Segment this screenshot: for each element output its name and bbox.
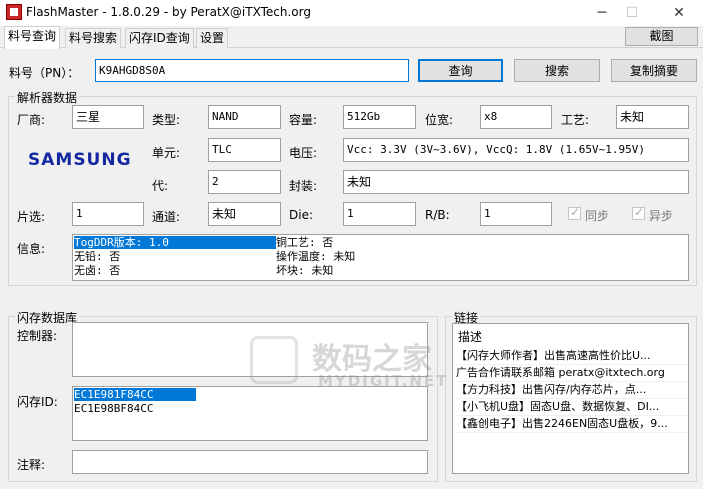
title-bar: FlashMaster - 1.8.0.29 - by PeratX@iTXTe… bbox=[0, 0, 703, 26]
link-row[interactable]: 【方力科技】出售闪存/内存芯片，点... bbox=[456, 382, 688, 399]
tab-part-query[interactable]: 料号查询 bbox=[4, 26, 61, 49]
vendor-logo: SAMSUNG bbox=[28, 150, 132, 170]
tab-flash-id-query[interactable]: 闪存ID查询 bbox=[125, 28, 194, 48]
app-icon bbox=[6, 4, 22, 20]
info-cell: 无铅: 否 bbox=[74, 250, 121, 263]
width-field[interactable]: x8 bbox=[480, 105, 552, 129]
screenshot-button[interactable]: 截图 bbox=[625, 27, 698, 46]
rb-field[interactable]: 1 bbox=[480, 202, 552, 226]
watermark-logo-icon bbox=[250, 336, 298, 384]
channel-label: 通道: bbox=[152, 210, 181, 224]
parser-data-title: 解析器数据 bbox=[15, 89, 80, 106]
process-label: 工艺: bbox=[561, 113, 590, 127]
part-number-input[interactable]: K9AHGD8S0A bbox=[95, 59, 409, 82]
info-cell: 无卤: 否 bbox=[74, 264, 121, 277]
comment-field[interactable] bbox=[72, 450, 428, 474]
package-field[interactable]: 未知 bbox=[343, 170, 689, 194]
cell-field[interactable]: TLC bbox=[208, 138, 281, 162]
width-label: 位宽: bbox=[425, 113, 454, 127]
rb-label: R/B: bbox=[425, 208, 450, 222]
tab-settings[interactable]: 设置 bbox=[196, 28, 229, 48]
vendor-field[interactable]: 三星 bbox=[72, 105, 144, 129]
part-number-label: 料号（PN）： bbox=[9, 66, 80, 80]
package-label: 封装: bbox=[289, 179, 318, 193]
voltage-field[interactable]: Vcc: 3.3V (3V~3.6V), VccQ: 1.8V (1.65V~1… bbox=[343, 138, 689, 162]
link-row[interactable]: 【小飞机U盘】固态U盘、数据恢复、DI... bbox=[456, 399, 688, 416]
ce-field[interactable]: 1 bbox=[72, 202, 144, 226]
async-label: 异步 bbox=[649, 209, 674, 223]
link-row[interactable]: 广告合作请联系邮箱 peratx@itxtech.org bbox=[456, 365, 688, 382]
generation-label: 代: bbox=[152, 179, 169, 193]
die-label: Die: bbox=[289, 208, 313, 222]
process-field[interactable]: 未知 bbox=[616, 105, 689, 129]
voltage-label: 电压: bbox=[289, 146, 318, 160]
capacity-label: 容量: bbox=[289, 113, 318, 127]
info-cell: 铜工艺: 否 bbox=[276, 236, 334, 249]
capacity-field[interactable]: 512Gb bbox=[343, 105, 416, 129]
sync-label: 同步 bbox=[585, 209, 610, 223]
comment-label: 注释: bbox=[17, 458, 46, 472]
flash-id-item[interactable]: EC1E981F84CC bbox=[74, 388, 196, 401]
cell-label: 单元: bbox=[152, 146, 181, 160]
info-label: 信息: bbox=[17, 242, 46, 256]
tab-strip: 料号查询 料号搜索 闪存ID查询 设置 截图 bbox=[0, 26, 703, 49]
flash-db-title: 闪存数据库 bbox=[15, 309, 80, 326]
info-cell: 坏块: 未知 bbox=[276, 264, 334, 277]
window-title: FlashMaster - 1.8.0.29 - by PeratX@iTXTe… bbox=[26, 5, 311, 19]
controller-label: 控制器: bbox=[17, 329, 58, 343]
type-field[interactable]: NAND bbox=[208, 105, 281, 129]
link-row[interactable]: 【鑫创电子】出售2246EN固态U盘板，9... bbox=[456, 416, 688, 433]
copy-summary-button[interactable]: 复制摘要 bbox=[611, 59, 697, 82]
generation-field[interactable]: 2 bbox=[208, 170, 281, 194]
channel-field[interactable]: 未知 bbox=[208, 202, 281, 226]
info-cell: TogDDR版本: 1.0 bbox=[74, 236, 276, 249]
links-list[interactable]: 描述 【闪存大师作者】出售高速高性价比U... 广告合作请联系邮箱 peratx… bbox=[452, 323, 689, 474]
flash-id-list[interactable]: EC1E981F84CC EC1E98BF84CC bbox=[72, 386, 428, 441]
tab-part-search[interactable]: 料号搜索 bbox=[65, 28, 122, 48]
links-header-desc: 描述 bbox=[458, 330, 483, 344]
die-field[interactable]: 1 bbox=[343, 202, 416, 226]
async-checkbox[interactable] bbox=[632, 205, 645, 220]
query-button[interactable]: 查询 bbox=[418, 59, 503, 82]
flash-id-item[interactable]: EC1E98BF84CC bbox=[74, 402, 196, 415]
maximize-button[interactable]: ☐ bbox=[612, 0, 652, 26]
link-row[interactable]: 【闪存大师作者】出售高速高性价比U... bbox=[456, 348, 688, 365]
watermark-subtext: MYDIGIT.NET bbox=[318, 372, 449, 390]
flash-id-label: 闪存ID: bbox=[17, 395, 58, 409]
ce-label: 片选: bbox=[17, 210, 46, 224]
vendor-label: 厂商: bbox=[17, 113, 46, 127]
info-cell: 操作温度: 未知 bbox=[276, 250, 356, 263]
type-label: 类型: bbox=[152, 113, 181, 127]
search-button[interactable]: 搜索 bbox=[514, 59, 600, 82]
info-box[interactable]: TogDDR版本: 1.0 铜工艺: 否 无铅: 否 操作温度: 未知 无卤: … bbox=[72, 234, 689, 281]
sync-checkbox[interactable] bbox=[568, 205, 581, 220]
close-button[interactable]: ✕ bbox=[659, 0, 699, 26]
